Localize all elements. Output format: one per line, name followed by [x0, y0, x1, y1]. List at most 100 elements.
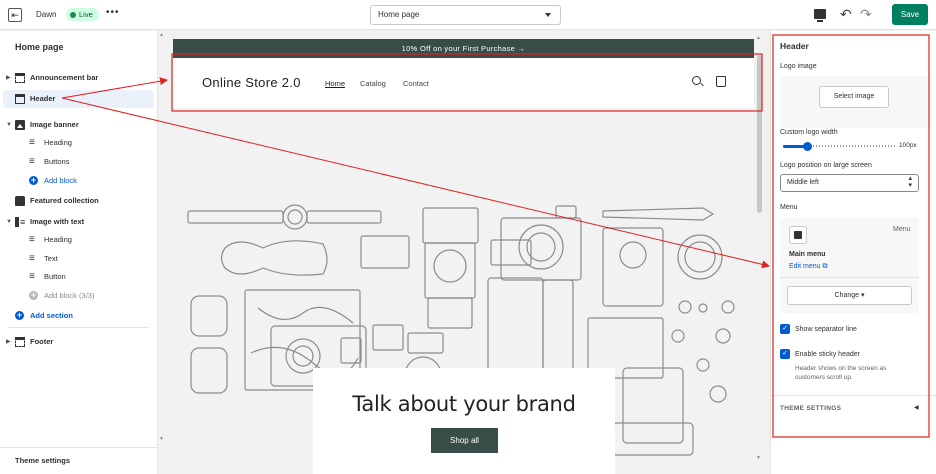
- theme-settings-tab[interactable]: Theme settings: [0, 447, 158, 474]
- shop-all-button[interactable]: Shop all: [431, 428, 498, 453]
- sidebar-item-image-with-text[interactable]: ▼ Image with text: [0, 213, 158, 231]
- sticky-header-label: Enable sticky header: [795, 351, 860, 358]
- more-actions-button[interactable]: •••: [106, 7, 120, 18]
- sidebar-item-featured-collection[interactable]: Featured collection: [0, 192, 158, 210]
- collapse-arrow-icon[interactable]: ◀: [914, 404, 919, 411]
- brand-text-box: Talk about your brand Shop all: [313, 368, 615, 474]
- section-sidebar: Home page ▶ Announcement bar Header ▼ Im…: [0, 31, 158, 474]
- menu-divider: [780, 277, 919, 278]
- logo-width-value: 100px: [899, 142, 917, 149]
- nav-link-catalog[interactable]: Catalog: [360, 79, 386, 88]
- sidebar-item-image-banner[interactable]: ▼ Image banner: [0, 116, 158, 134]
- scroll-down-icon[interactable]: ▼: [159, 436, 164, 442]
- theme-name: Dawn: [36, 10, 57, 19]
- redo-icon[interactable]: ↷: [860, 6, 872, 23]
- sidebar-item-footer[interactable]: ▶ Footer: [0, 333, 158, 351]
- logo-position-label: Logo position on large screen: [780, 162, 872, 169]
- sidebar-item-label: Announcement bar: [30, 73, 99, 82]
- add-block-label: Add block: [44, 176, 77, 185]
- logo-width-slider-handle[interactable]: [803, 142, 813, 151]
- collapse-arrow-icon[interactable]: ▼: [6, 213, 12, 231]
- change-menu-button[interactable]: Change ▾: [787, 286, 912, 305]
- store-name[interactable]: Online Store 2.0: [202, 75, 301, 90]
- nav-link-home[interactable]: Home: [325, 79, 345, 88]
- search-icon[interactable]: [692, 76, 701, 85]
- image-banner: Talk about your brand Shop all: [173, 108, 754, 474]
- logo-position-select[interactable]: Middle left ▴ ▾: [780, 174, 919, 192]
- scroll-up-icon[interactable]: ▲: [159, 32, 164, 38]
- settings-title: Header: [780, 41, 809, 51]
- chevron-down-icon: [545, 13, 551, 17]
- nav-link-contact[interactable]: Contact: [403, 79, 429, 88]
- sidebar-item-label: Footer: [30, 337, 54, 346]
- block-item-heading[interactable]: Heading: [0, 134, 158, 152]
- theme-settings-label: Theme settings: [15, 456, 71, 465]
- page-selector-value: Home page: [378, 10, 420, 19]
- live-status-badge: Live: [66, 8, 99, 21]
- scrollbar-thumb[interactable]: [757, 55, 762, 213]
- live-badge-label: Live: [79, 10, 93, 19]
- collection-icon: [15, 196, 25, 206]
- store-preview: 10% Off on your First Purchase → Online …: [173, 39, 754, 474]
- sidebar-item-header[interactable]: Header: [3, 90, 154, 108]
- block-item-heading[interactable]: Heading: [0, 231, 158, 249]
- undo-icon[interactable]: ↶: [840, 6, 852, 23]
- logo-position-value: Middle left: [787, 179, 819, 186]
- expand-arrow-icon[interactable]: ▶: [6, 333, 11, 351]
- logo-image-label: Logo image: [780, 63, 817, 70]
- exit-icon[interactable]: ⇤: [8, 8, 22, 22]
- block-item-button[interactable]: Button: [0, 268, 158, 286]
- sidebar-title: Home page: [15, 42, 64, 52]
- announcement-bar[interactable]: 10% Off on your First Purchase →: [173, 39, 754, 58]
- banner-heading[interactable]: Talk about your brand: [313, 392, 615, 416]
- expand-arrow-icon[interactable]: ▶: [6, 69, 11, 87]
- desktop-preview-icon[interactable]: [814, 9, 826, 22]
- sticky-header-checkbox[interactable]: ✓: [780, 349, 790, 359]
- menu-name: Main menu: [789, 251, 826, 258]
- text-icon: [29, 153, 39, 171]
- add-block-button[interactable]: + Add block: [0, 172, 158, 190]
- sidebar-item-label: Image with text: [30, 217, 85, 226]
- cart-icon[interactable]: [716, 76, 726, 87]
- scroll-up-icon[interactable]: ▲: [756, 35, 761, 41]
- add-block-button-disabled: + Add block (3/3): [0, 287, 158, 305]
- block-item-label: Button: [44, 272, 66, 281]
- external-link-icon: ⧉: [822, 263, 828, 270]
- block-item-buttons[interactable]: Buttons: [0, 153, 158, 171]
- block-item-label: Heading: [44, 138, 72, 147]
- save-button[interactable]: Save: [892, 4, 928, 25]
- show-separator-checkbox[interactable]: ✓: [780, 324, 790, 334]
- logo-image-dropzone: Select image: [780, 76, 931, 128]
- menu-image-icon: [789, 226, 807, 244]
- sticky-header-help: Header shows on the screen as customers …: [795, 365, 887, 381]
- layout-header-icon: [15, 94, 25, 104]
- change-label: Change: [834, 292, 860, 299]
- store-header[interactable]: Online Store 2.0 Home Catalog Contact: [173, 58, 754, 108]
- block-item-text[interactable]: Text: [0, 250, 158, 268]
- logo-width-label: Custom logo width: [780, 129, 838, 136]
- editor-topbar: ⇤ Dawn Live ••• Home page ↶ ↷ Save: [0, 0, 936, 30]
- add-section-button[interactable]: + Add section: [0, 307, 158, 325]
- plus-circle-icon: +: [15, 310, 24, 320]
- edit-menu-link[interactable]: Edit menu ⧉: [789, 263, 827, 271]
- add-section-label: Add section: [30, 311, 73, 320]
- preview-scrollbar[interactable]: ▲ ▼: [754, 31, 766, 474]
- layout-footer-icon: [15, 337, 25, 347]
- collapse-arrow-icon[interactable]: ▼: [6, 116, 12, 134]
- show-separator-label: Show separator line: [795, 326, 857, 333]
- sidebar-item-label: Featured collection: [30, 196, 99, 205]
- layout-top-icon: [15, 73, 25, 83]
- sidebar-divider: [8, 327, 149, 328]
- edit-menu-label: Edit menu: [789, 263, 821, 270]
- image-icon: [15, 120, 25, 130]
- image-text-icon: [15, 213, 25, 231]
- header-settings-panel: Header Logo image Select image Custom lo…: [770, 31, 936, 474]
- menu-picker-card: Menu Main menu Edit menu ⧉ Change ▾: [780, 218, 919, 313]
- sidebar-item-announcement-bar[interactable]: ▶ Announcement bar: [0, 69, 158, 87]
- select-image-button[interactable]: Select image: [819, 86, 889, 108]
- caret-down-icon: ▾: [860, 292, 865, 299]
- theme-settings-collapsible[interactable]: THEME SETTINGS ◀: [771, 395, 936, 421]
- menu-type-tag: Menu: [893, 226, 911, 233]
- page-selector[interactable]: Home page: [370, 5, 561, 25]
- scroll-down-icon[interactable]: ▼: [756, 455, 761, 461]
